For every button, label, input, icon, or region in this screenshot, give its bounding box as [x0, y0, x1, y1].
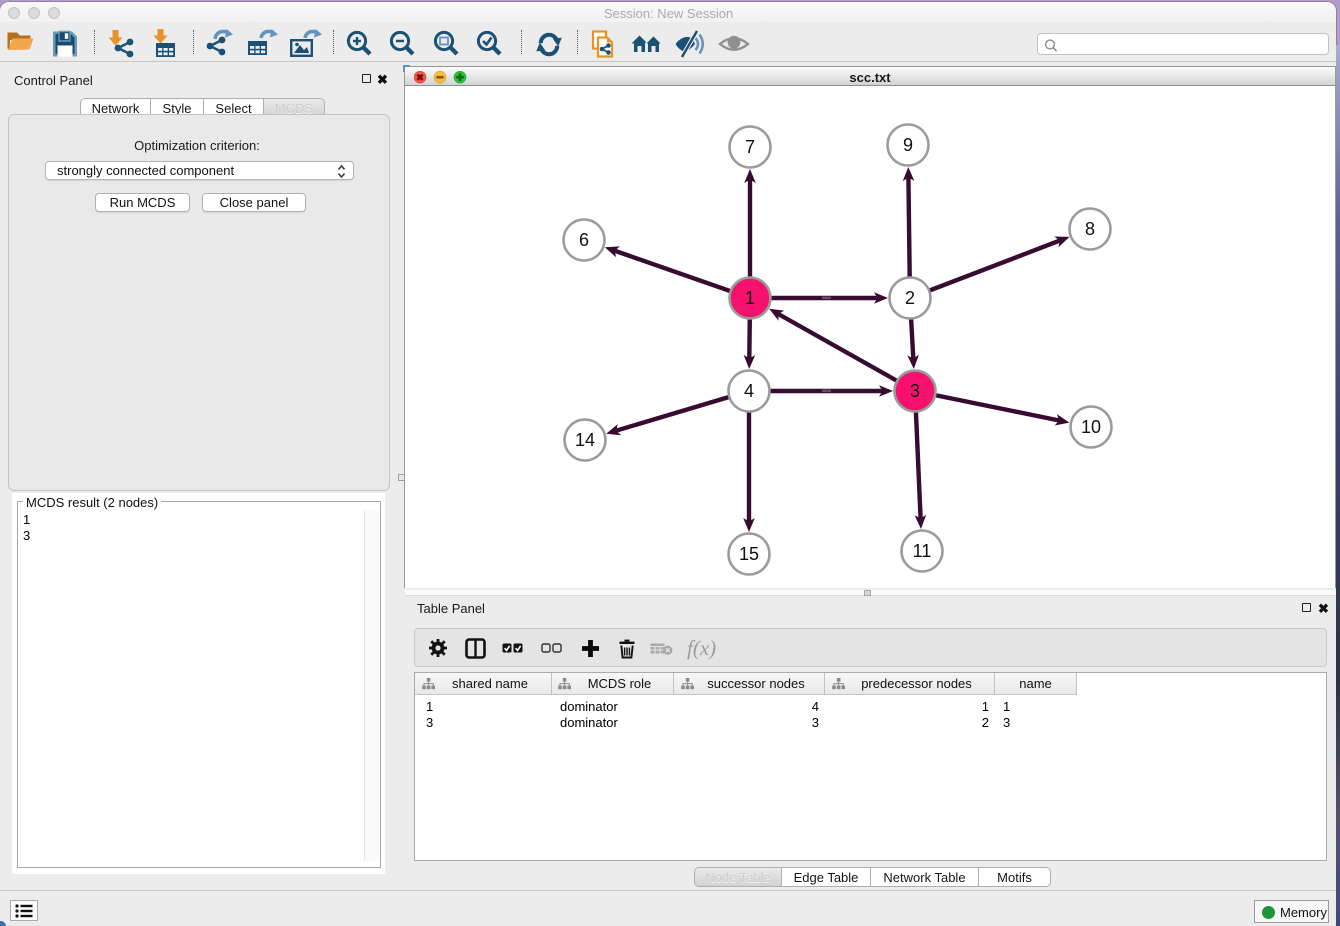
svg-text:4: 4 [744, 381, 754, 401]
svg-text:9: 9 [903, 135, 913, 155]
svg-text:11: 11 [913, 541, 932, 561]
svg-text:3: 3 [910, 381, 920, 401]
svg-text:7: 7 [745, 137, 755, 157]
svg-text:1: 1 [745, 288, 755, 308]
svg-text:15: 15 [739, 544, 759, 564]
svg-text:2: 2 [905, 288, 915, 308]
svg-text:10: 10 [1081, 417, 1101, 437]
svg-text:6: 6 [579, 230, 589, 250]
svg-text:8: 8 [1085, 219, 1095, 239]
svg-text:14: 14 [575, 430, 595, 450]
